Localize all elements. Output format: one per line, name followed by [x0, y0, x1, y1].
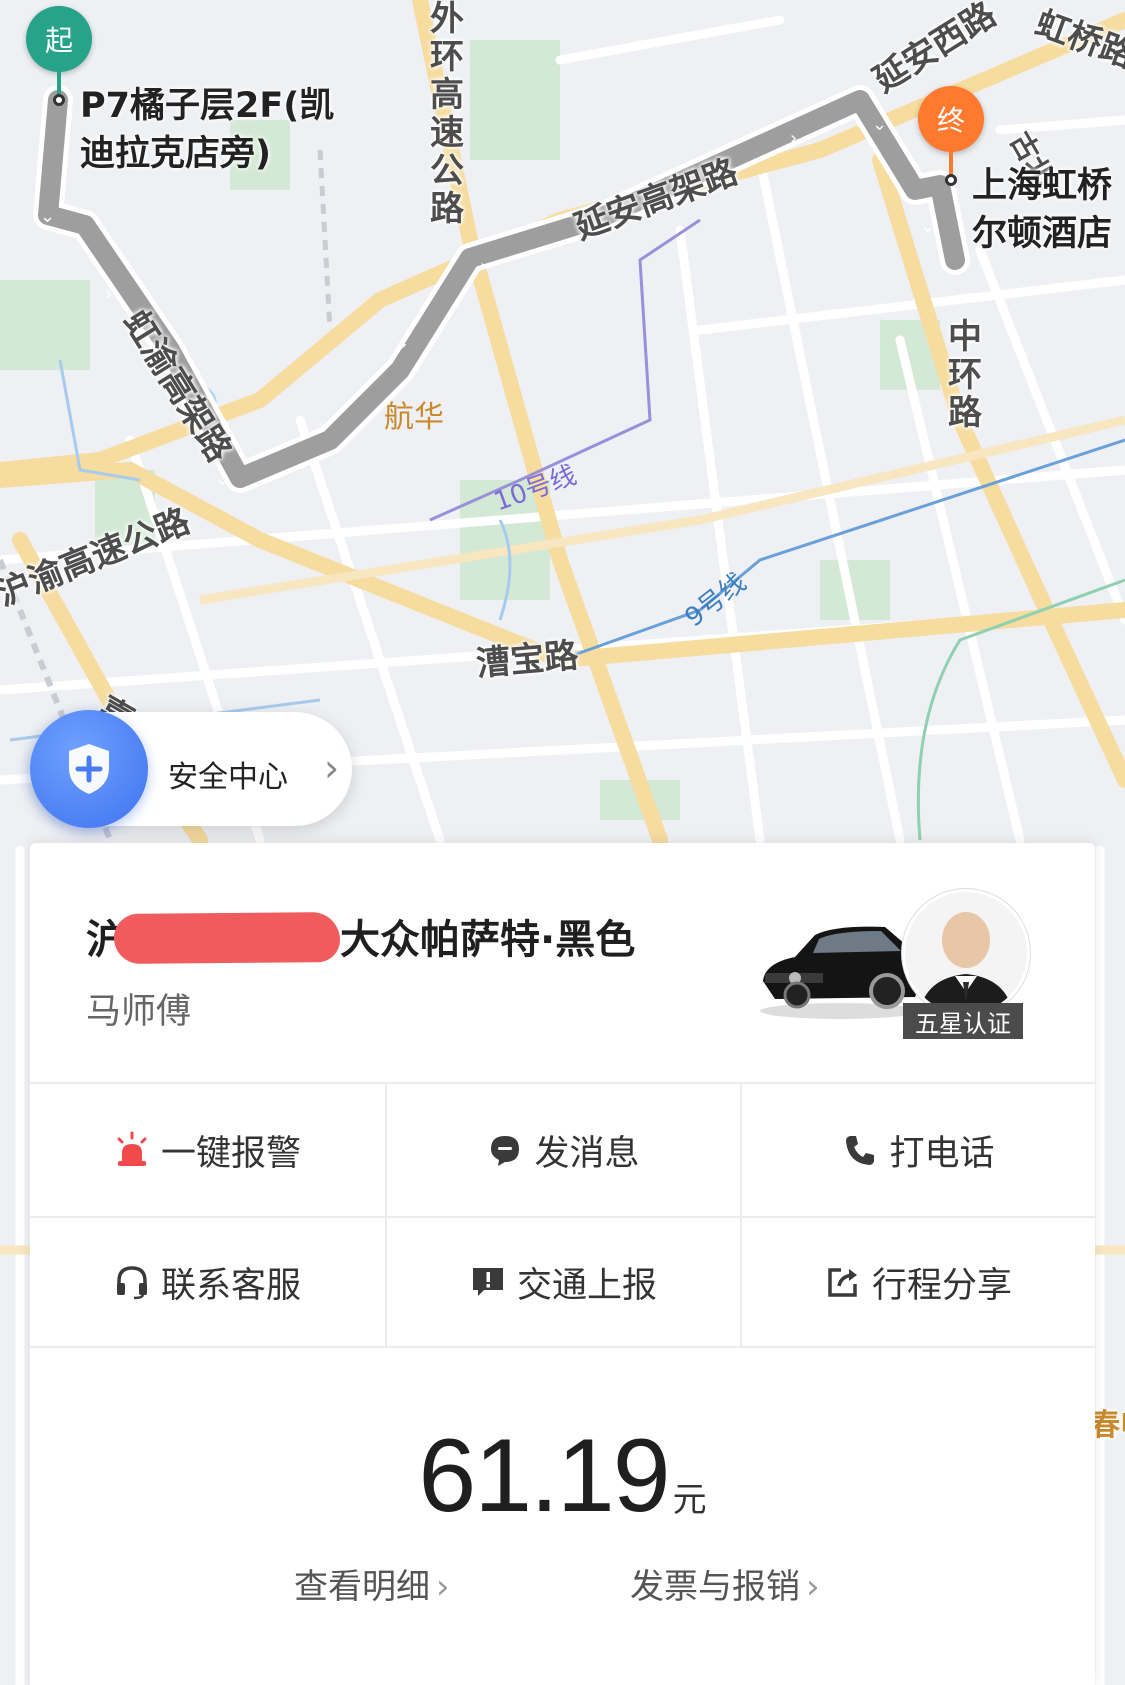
customer-service-button[interactable]: 联系客服 — [30, 1217, 384, 1347]
start-location-line1: P7橘子层2F(凯 — [80, 86, 335, 126]
shield-plus-icon — [30, 710, 148, 828]
svg-text:⌄: ⌄ — [215, 469, 230, 490]
emergency-alarm-button[interactable]: 一键报警 — [30, 1085, 384, 1215]
call-driver-button[interactable]: 打电话 — [741, 1085, 1095, 1215]
end-location-line1: 上海虹桥 — [972, 166, 1113, 206]
end-pin-label: 终 — [936, 104, 965, 137]
driver-avatar[interactable] — [902, 889, 1030, 1017]
start-pin-label: 起 — [44, 24, 73, 57]
end-location-line2: 尔顿酒店 — [972, 214, 1113, 254]
svg-text:›: › — [105, 284, 112, 305]
chevron-right-icon: › — [806, 1567, 820, 1607]
start-pin[interactable]: 起 — [26, 6, 92, 72]
five-star-badge: 五星认证 — [903, 1003, 1023, 1039]
fare-amount: 61.19 元 — [30, 1417, 1095, 1536]
start-location-name[interactable]: P7橘子层2F(凯 迪拉克店旁) — [80, 82, 334, 178]
svg-text:›: › — [400, 334, 407, 355]
plate-redaction — [113, 912, 341, 964]
road-label-caobao: 漕宝路 — [474, 635, 580, 685]
traffic-report-button[interactable]: 交通上报 — [386, 1217, 740, 1347]
chevron-right-icon: › — [324, 746, 340, 790]
divider — [30, 1082, 1095, 1084]
end-pin-dot — [945, 174, 957, 186]
phone-icon — [841, 1131, 879, 1169]
report-flag-icon — [469, 1263, 507, 1301]
invoice-link[interactable]: 发票与报销 › — [630, 1559, 820, 1608]
fare-number: 61.19 — [418, 1418, 670, 1534]
svg-text:›: › — [480, 256, 487, 277]
alarm-siren-icon — [113, 1131, 151, 1169]
call-driver-label: 打电话 — [889, 1133, 995, 1174]
headset-icon — [113, 1263, 151, 1301]
trip-share-label: 行程分享 — [871, 1265, 1012, 1306]
view-details-label: 查看明细 — [294, 1567, 430, 1607]
send-message-label: 发消息 — [534, 1133, 640, 1174]
message-bubble-icon — [486, 1131, 524, 1169]
chevron-right-icon: › — [436, 1567, 450, 1607]
emergency-alarm-label: 一键报警 — [160, 1133, 301, 1174]
traffic-report-label: 交通上报 — [516, 1265, 657, 1306]
svg-text:⌄: ⌄ — [920, 216, 935, 237]
end-pin[interactable]: 终 — [918, 86, 984, 152]
svg-text:⌄: ⌄ — [872, 114, 887, 135]
vehicle-model-color: 大众帕萨特·黑色 — [340, 917, 636, 963]
start-pin-dot — [53, 94, 65, 106]
view-details-link[interactable]: 查看明细 › — [294, 1559, 450, 1608]
send-message-button[interactable]: 发消息 — [386, 1085, 740, 1215]
svg-text:›: › — [318, 416, 325, 437]
safety-center-label: 安全中心 — [168, 760, 288, 795]
driver-name: 马师傅 — [86, 992, 192, 1032]
invoice-label: 发票与报销 — [630, 1567, 800, 1607]
road-label-waihuan: 外环高速公路 — [430, 0, 464, 229]
svg-text:›: › — [790, 128, 797, 149]
road-label-chunshen: 春申 — [1090, 1408, 1125, 1443]
trip-share-button[interactable]: 行程分享 — [741, 1217, 1095, 1347]
share-icon — [824, 1263, 862, 1301]
area-label-hanghua: 航华 — [384, 400, 444, 435]
car-image — [760, 926, 922, 1019]
road-label-zhonghuan: 中环路 — [948, 317, 982, 433]
trip-card: 沪大众帕萨特·黑色 马师傅 五星认证 一键报警 发消息 打电话 联系客服 交通上… — [30, 843, 1095, 1685]
start-location-line2: 迪拉克店旁) — [80, 134, 271, 174]
end-location-name[interactable]: 上海虹桥 尔顿酒店 — [972, 162, 1112, 258]
svg-text:⌄: ⌄ — [40, 206, 55, 227]
customer-service-label: 联系客服 — [160, 1265, 301, 1306]
safety-center-button[interactable]: 安全中心 › — [30, 710, 352, 828]
fare-unit: 元 — [672, 1480, 707, 1520]
